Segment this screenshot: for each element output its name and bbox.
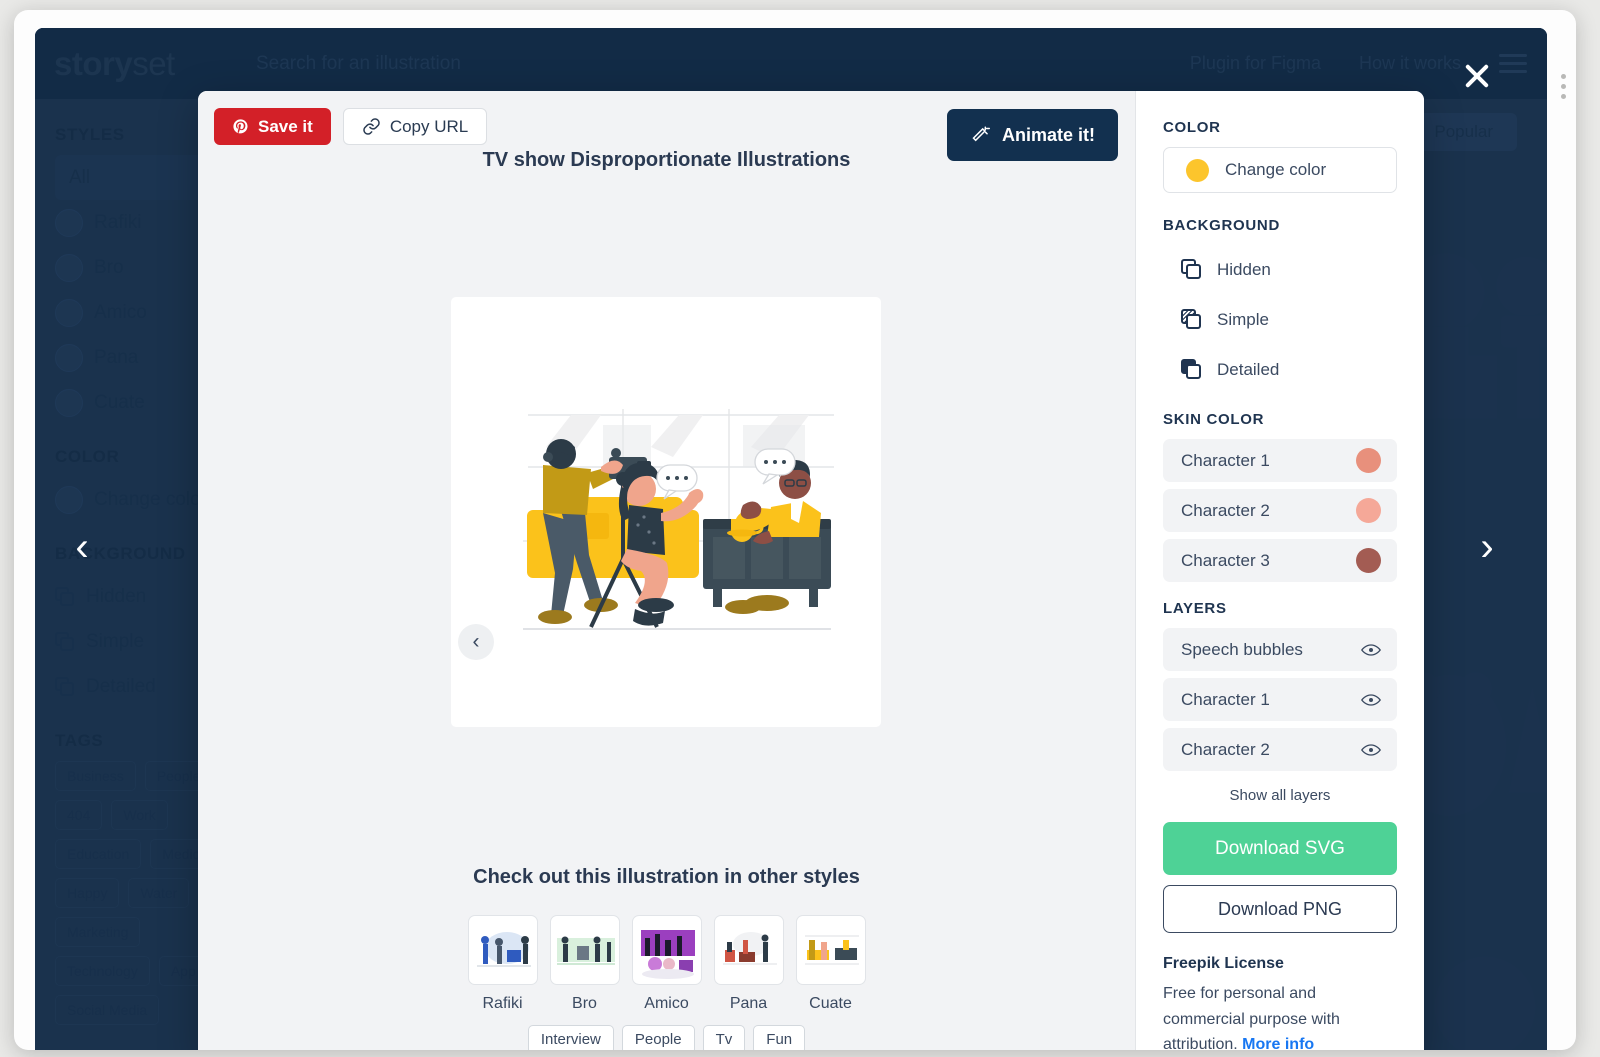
save-it-label: Save it [258,116,313,136]
other-styles-title: Check out this illustration in other sty… [473,866,860,888]
close-icon[interactable] [1462,61,1492,91]
tag-chip[interactable]: Tv [702,1025,746,1050]
layer-character-1[interactable]: Character 1 [1163,678,1397,721]
panel-color-heading: COLOR [1163,119,1221,136]
style-thumb-label: Cuate [809,995,852,1012]
skin-color-character-3[interactable]: Character 3 [1163,539,1397,582]
style-thumb-label: Amico [644,995,689,1012]
scrollbar-dot [1560,74,1566,79]
style-thumb-cuate[interactable]: Cuate [795,915,866,1013]
style-thumb-image [713,915,784,985]
tag-chip[interactable]: Fun [753,1025,806,1050]
skin-color-character-2[interactable]: Character 2 [1163,489,1397,532]
style-thumb-bro[interactable]: Bro [549,915,620,1013]
background-option-label: Hidden [1217,260,1271,279]
illustration-preview-card [451,297,881,727]
skin-color-label: Character 2 [1181,500,1270,520]
style-thumb-image [467,915,538,985]
license-more-info-link[interactable]: More info [1242,1036,1314,1050]
illustration-preview [523,409,834,630]
eye-icon[interactable] [1361,743,1381,757]
license-title: Freepik License [1163,955,1284,972]
page-viewport: storyset Search for an illustration Plug… [35,28,1547,1050]
skin-color-character-1[interactable]: Character 1 [1163,439,1397,482]
layers-outline-icon [1181,259,1203,281]
tag-chip[interactable]: Interview [527,1025,614,1050]
skin-color-label: Character 1 [1181,450,1270,470]
save-it-button[interactable]: Save it [214,108,331,145]
panel-skin-heading: SKIN COLOR [1163,411,1265,428]
layer-label: Character 2 [1181,739,1270,759]
preview-prev-button[interactable]: ‹ [458,624,494,660]
color-swatch-icon [1186,158,1209,182]
layer-label: Character 1 [1181,689,1270,709]
background-option-detailed[interactable]: Detailed [1163,345,1397,395]
animate-it-button[interactable]: Animate it! [946,109,1118,161]
amico-thumb-illustration [640,930,695,979]
tag-chip[interactable]: People [621,1025,695,1050]
illustration-detail-modal: Save it Copy URL TV show Disproportionat… [198,91,1424,1050]
prev-illustration-arrow[interactable]: ‹ [60,525,104,569]
layer-speech-bubbles[interactable]: Speech bubbles [1163,628,1397,671]
style-thumb-image [549,915,620,985]
scrollbar-dot [1560,94,1566,99]
next-illustration-arrow[interactable]: › [1465,525,1509,569]
pana-thumb-illustration [722,932,777,965]
download-svg-button[interactable]: Download SVG [1163,822,1397,875]
rafiki-thumb-illustration [476,932,531,967]
browser-window: storyset Search for an illustration Plug… [14,10,1576,1050]
copy-url-label: Copy URL [389,116,469,136]
panel-layers-heading: LAYERS [1163,600,1227,617]
panel-background-heading: BACKGROUND [1163,217,1280,234]
skin-color-label: Character 3 [1181,550,1270,570]
pinterest-icon [233,119,248,134]
magic-wand-icon [972,125,990,141]
eye-icon[interactable] [1361,643,1381,657]
style-thumb-label: Bro [572,995,597,1012]
scrollbar[interactable] [1556,28,1570,1050]
style-thumb-image [631,915,702,985]
background-option-hidden[interactable]: Hidden [1163,245,1397,295]
modal-action-row: Save it Copy URL [214,108,488,145]
scrollbar-dot [1560,84,1566,89]
change-color-button[interactable]: Change color [1163,147,1397,193]
background-option-label: Simple [1217,310,1269,329]
copy-url-button[interactable]: Copy URL [342,108,488,145]
modal-left-pane: Save it Copy URL TV show Disproportionat… [198,91,1135,1050]
show-all-layers-link[interactable]: Show all layers [1163,787,1397,804]
illustration-tag-list: Interview People Tv Fun [198,1025,1135,1050]
skin-color-swatch[interactable] [1356,498,1381,523]
skin-color-swatch[interactable] [1356,548,1381,573]
layers-filled-icon [1181,359,1203,381]
animate-it-label: Animate it! [1001,124,1095,145]
style-thumbnail-list: Rafiki Bro Amico Pana Cuate [198,915,1135,1013]
background-option-simple[interactable]: Simple [1163,295,1397,345]
style-thumb-label: Pana [729,995,768,1012]
bro-thumb-illustration [556,936,615,965]
style-thumb-rafiki[interactable]: Rafiki [467,915,538,1013]
download-png-button[interactable]: Download PNG [1163,885,1397,933]
cuate-thumb-illustration [804,935,859,965]
eye-icon[interactable] [1361,693,1381,707]
style-thumb-amico[interactable]: Amico [631,915,702,1013]
background-option-label: Detailed [1217,360,1280,379]
layer-character-2[interactable]: Character 2 [1163,728,1397,771]
skin-color-swatch[interactable] [1356,448,1381,473]
style-thumb-pana[interactable]: Pana [713,915,784,1013]
style-thumb-label: Rafiki [482,995,523,1012]
style-thumb-image [795,915,866,985]
layers-hatched-icon [1181,309,1203,331]
modal-options-panel: COLOR Change color BACKGROUND Hidden Sim… [1135,91,1424,1050]
layer-label: Speech bubbles [1181,639,1303,659]
license-text: Free for personal and commercial purpose… [1163,981,1397,1050]
link-icon [363,118,380,135]
change-color-label: Change color [1225,160,1327,179]
